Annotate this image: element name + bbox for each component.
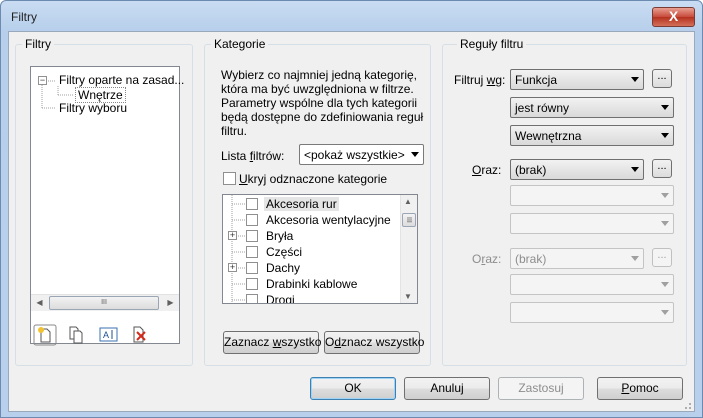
category-label: Akcesoria rur bbox=[264, 197, 339, 211]
expand-icon[interactable]: + bbox=[228, 263, 237, 272]
and2-select: (brak) bbox=[510, 248, 644, 269]
operator-select[interactable]: jest równy bbox=[510, 97, 674, 118]
list-tree-lines bbox=[231, 195, 245, 303]
tree-item-selection-filters[interactable]: Filtry wyboru bbox=[59, 101, 127, 115]
close-button[interactable]: X bbox=[652, 7, 695, 27]
delete-filter-icon bbox=[133, 326, 146, 343]
help-button[interactable]: Pomoc bbox=[597, 377, 683, 400]
resize-grip[interactable] bbox=[682, 399, 692, 409]
rule-value-text: Wewnętrzna bbox=[515, 129, 582, 143]
and2-edit-button: ... bbox=[652, 248, 672, 267]
operator-value: jest równy bbox=[515, 101, 570, 115]
tree-hscrollbar[interactable]: ◀ III ▶ bbox=[31, 294, 179, 311]
hide-unchecked-checkbox[interactable] bbox=[223, 172, 236, 185]
cancel-button[interactable]: Anuluj bbox=[404, 377, 490, 400]
categories-scroll-thumb[interactable]: III bbox=[402, 213, 416, 227]
category-label: Drogi bbox=[266, 293, 295, 304]
hide-unchecked-label: Ukryj odznaczone kategorie bbox=[239, 172, 388, 186]
category-label: Drabinki kablowe bbox=[266, 277, 358, 291]
chevron-down-icon bbox=[631, 167, 639, 172]
filter-list-value: <pokaż wszystkie> bbox=[304, 148, 405, 162]
chevron-down-icon bbox=[661, 310, 669, 315]
and1-value: (brak) bbox=[515, 163, 547, 177]
category-label: Dachy bbox=[266, 261, 301, 275]
chevron-down-icon bbox=[661, 105, 669, 110]
category-checkbox[interactable] bbox=[246, 198, 258, 210]
new-filter-icon bbox=[33, 324, 57, 346]
delete-filter-button[interactable] bbox=[127, 324, 151, 346]
ok-button[interactable]: OK bbox=[310, 377, 396, 400]
and1-operator-select bbox=[510, 185, 674, 206]
duplicate-filter-button[interactable] bbox=[65, 324, 89, 346]
new-filter-button[interactable] bbox=[33, 324, 57, 346]
filter-by-select[interactable]: Funkcja bbox=[510, 69, 644, 90]
filters-tree[interactable]: − Filtry oparte na zasad... Wnętrze Filt… bbox=[30, 66, 184, 344]
check-all-button[interactable]: Zaznacz wszystko bbox=[223, 331, 321, 354]
svg-text:A: A bbox=[103, 330, 109, 340]
window-title: Filtry bbox=[11, 10, 37, 24]
category-label: Części bbox=[266, 245, 303, 259]
and2-value: (brak) bbox=[515, 252, 547, 266]
tree-item-rule-based[interactable]: Filtry oparte na zasad... bbox=[59, 73, 184, 87]
chevron-down-icon bbox=[631, 256, 639, 261]
duplicate-filter-icon bbox=[69, 326, 83, 344]
rule-value-select[interactable]: Wewnętrzna bbox=[510, 125, 674, 146]
edit-parameter-button[interactable]: ... bbox=[652, 69, 672, 88]
category-checkbox[interactable] bbox=[246, 294, 258, 303]
scroll-left-icon[interactable]: ◀ bbox=[31, 295, 48, 311]
categories-group-title: Kategorie bbox=[211, 37, 269, 51]
chevron-down-icon bbox=[661, 133, 669, 138]
categories-instructions: Wybierz co najmniej jedną kategorię, któ… bbox=[221, 68, 424, 138]
and1-edit-button[interactable]: ... bbox=[652, 159, 672, 178]
category-label: Akcesoria wentylacyjne bbox=[266, 213, 391, 227]
filter-by-label: Filtruj wg: bbox=[454, 73, 506, 87]
resize-grip-icon bbox=[685, 403, 691, 409]
and2-operator-select bbox=[510, 274, 674, 295]
scroll-up-icon[interactable]: ▲ bbox=[404, 197, 412, 206]
category-checkbox[interactable] bbox=[246, 214, 258, 226]
uncheck-all-button[interactable]: Odznacz wszystko bbox=[324, 331, 424, 354]
and2-label: Oraz: bbox=[472, 252, 502, 266]
apply-button: Zastosuj bbox=[498, 377, 584, 400]
category-checkbox[interactable] bbox=[246, 262, 258, 274]
expand-icon[interactable]: + bbox=[228, 231, 237, 240]
and2-value-select bbox=[510, 302, 674, 323]
scroll-thumb[interactable]: III bbox=[49, 296, 159, 310]
categories-vscrollbar[interactable]: ▲ III ▼ bbox=[400, 195, 417, 303]
chevron-down-icon bbox=[661, 193, 669, 198]
dialog-body: Filtry − Filtry oparte na zasad... Wnętr… bbox=[8, 31, 695, 412]
filter-list-select[interactable]: <pokaż wszystkie> bbox=[299, 144, 424, 165]
close-icon: X bbox=[668, 8, 679, 24]
and1-select[interactable]: (brak) bbox=[510, 159, 644, 180]
rename-filter-button[interactable]: A bbox=[97, 324, 121, 346]
categories-list[interactable]: Akcesoria rur Akcesoria wentylacyjne + Brył… bbox=[222, 194, 418, 304]
category-checkbox[interactable] bbox=[246, 246, 258, 258]
scroll-right-icon[interactable]: ▶ bbox=[162, 295, 179, 311]
and1-label: Oraz: bbox=[472, 163, 502, 177]
category-label: Bryła bbox=[266, 229, 294, 243]
chevron-down-icon bbox=[411, 152, 419, 157]
collapse-icon[interactable]: − bbox=[38, 76, 47, 85]
and1-value-select bbox=[510, 213, 674, 234]
category-checkbox[interactable] bbox=[246, 278, 258, 290]
filter-by-value: Funkcja bbox=[515, 73, 558, 87]
chevron-down-icon bbox=[661, 221, 669, 226]
title-bar[interactable]: Filtry X bbox=[1, 1, 702, 31]
chevron-down-icon bbox=[631, 77, 639, 82]
rules-group-title: Reguły filtru bbox=[457, 37, 527, 51]
chevron-down-icon bbox=[661, 282, 669, 287]
category-checkbox[interactable] bbox=[246, 230, 258, 242]
filter-list-label: Lista filtrów: bbox=[221, 149, 285, 163]
rename-filter-icon: A bbox=[99, 327, 118, 342]
dialog-window: Filtry X Filtry − Filtry oparte na zasad… bbox=[0, 0, 703, 418]
filters-group-title: Filtry bbox=[22, 37, 54, 51]
scroll-down-icon[interactable]: ▼ bbox=[404, 292, 412, 301]
